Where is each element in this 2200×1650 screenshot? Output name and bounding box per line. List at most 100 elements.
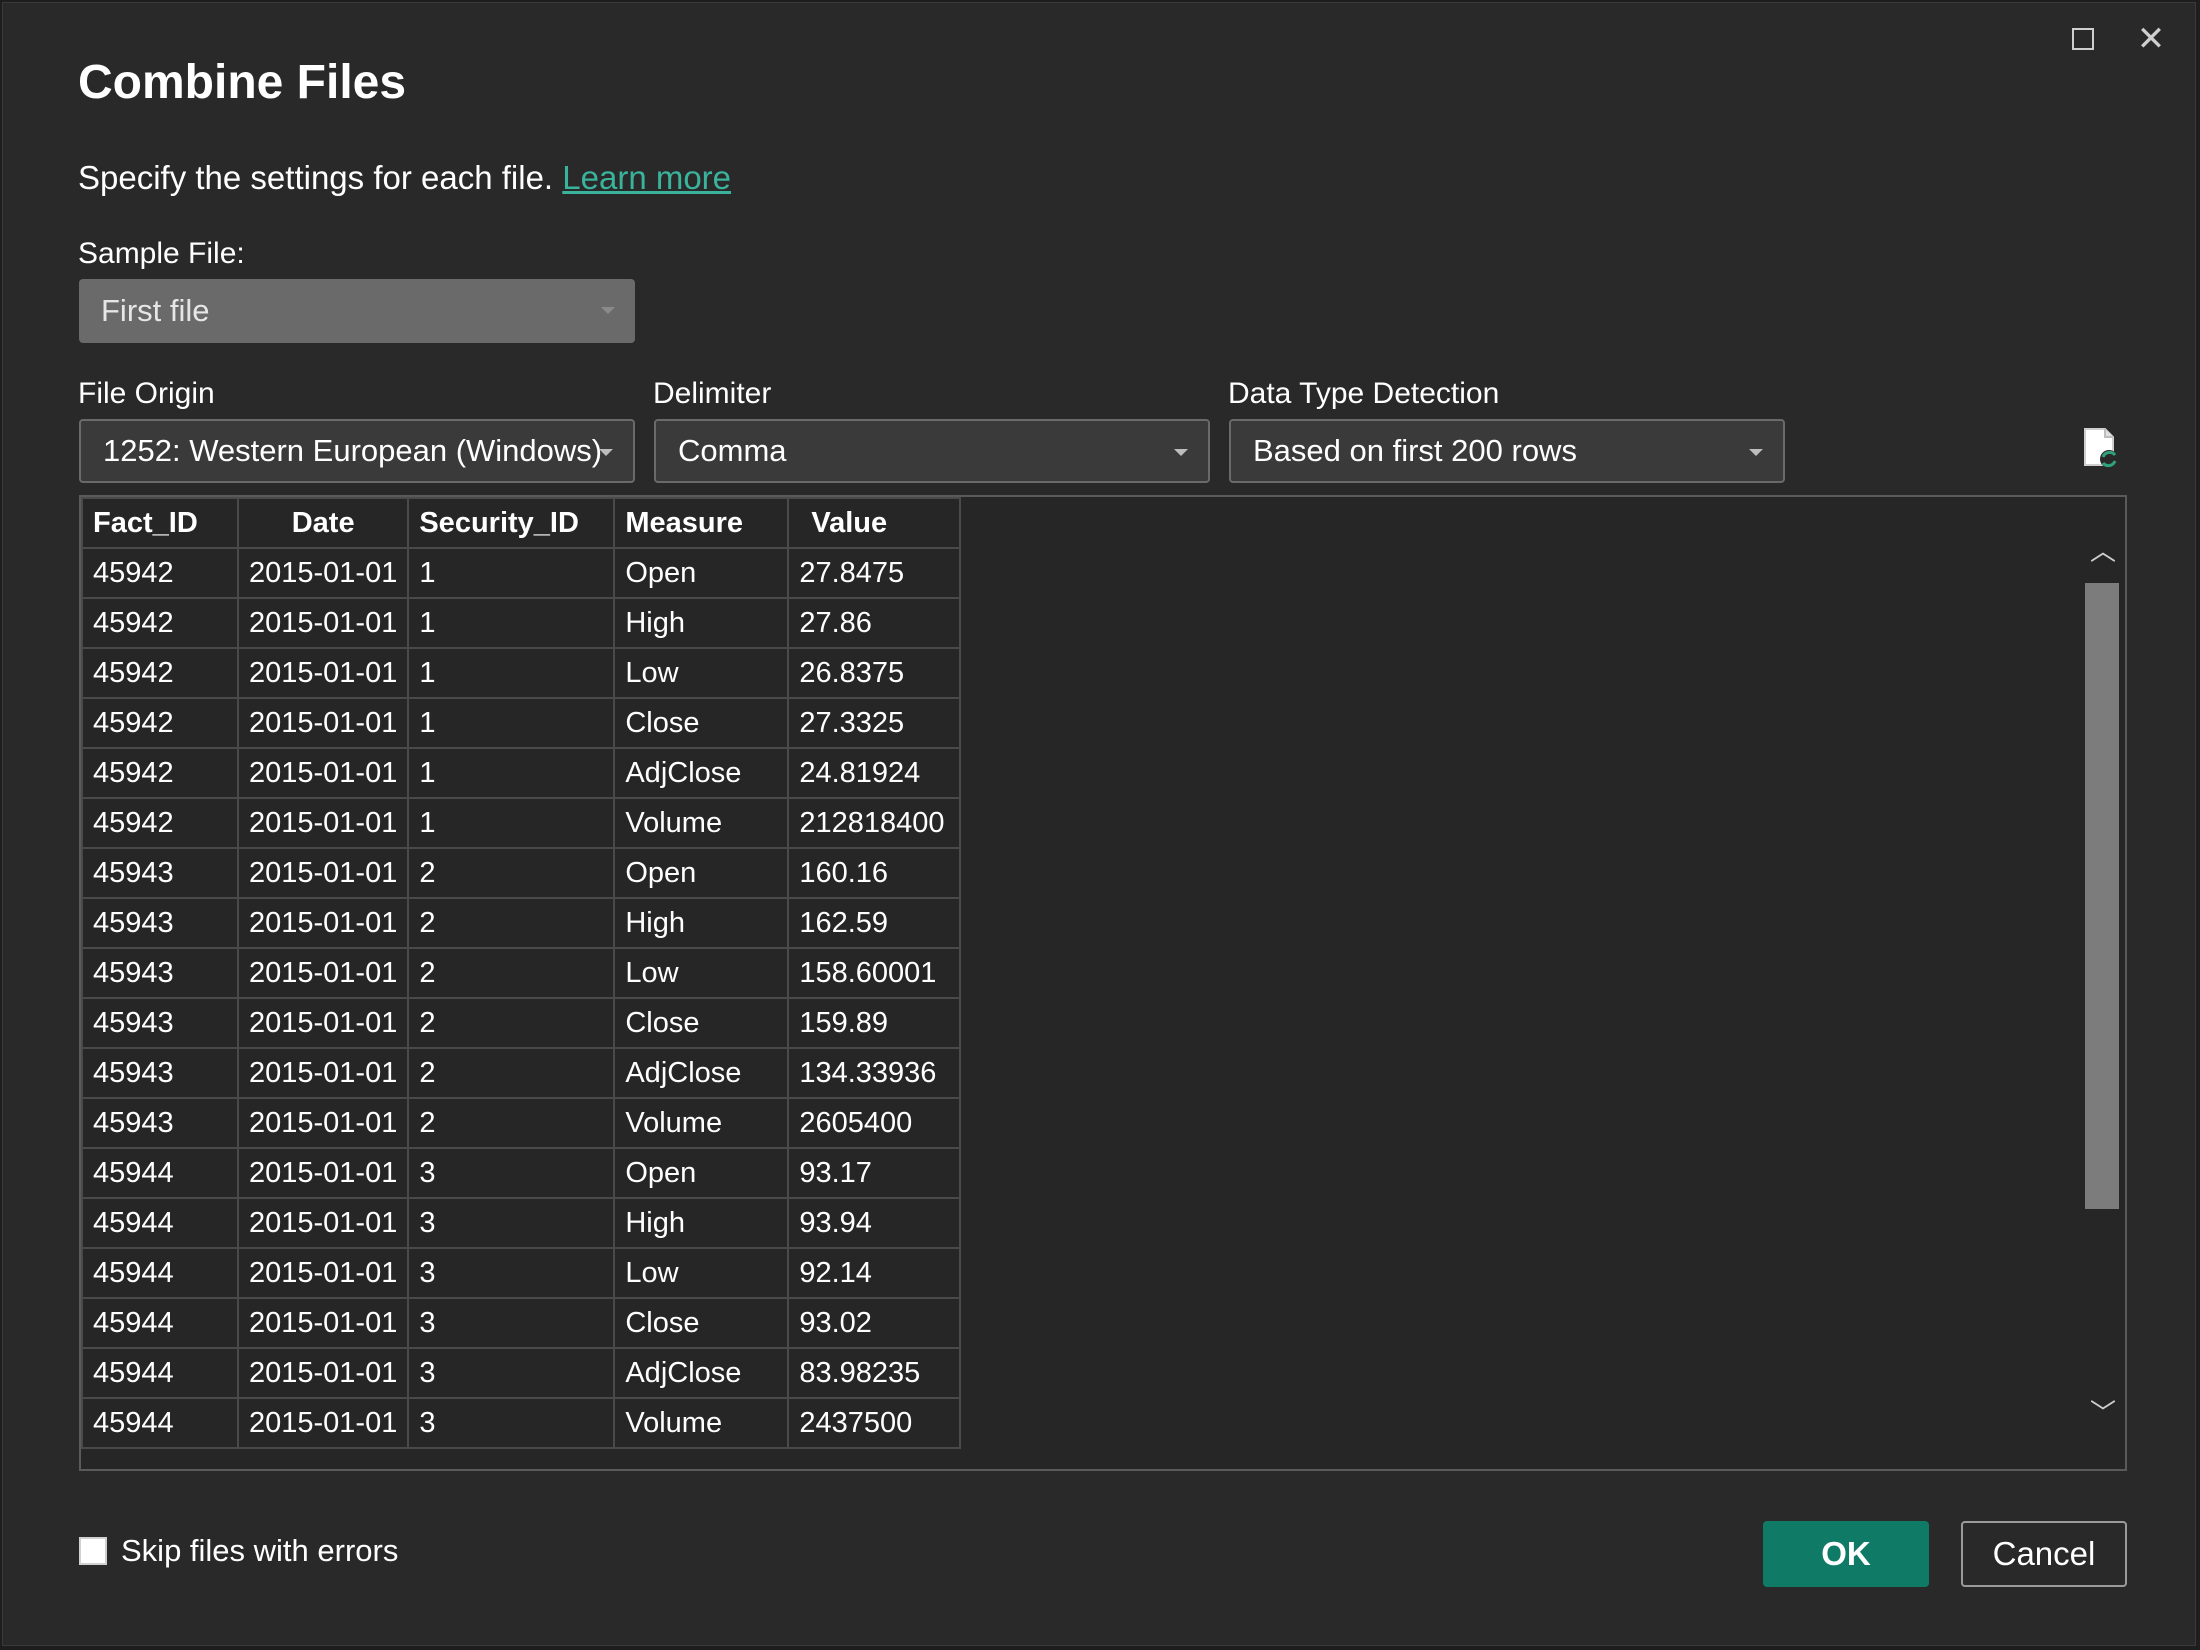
table-cell: 83.98235 <box>787 1347 962 1399</box>
table-cell: AdjClose <box>613 1347 790 1399</box>
table-cell: Volume <box>613 797 790 849</box>
file-origin-label: File Origin <box>78 377 215 410</box>
table-cell: 2015-01-01 <box>236 747 410 799</box>
table-row: 45943 2015-01-01 2 Close 159.89 <box>81 997 962 1049</box>
data-type-detection-select[interactable]: Based on first 200 rows <box>1229 419 1785 483</box>
table-cell: 2 <box>407 947 616 999</box>
scroll-down-icon[interactable]: ﹀ <box>2089 1397 2117 1428</box>
column-header: Security_ID <box>407 497 616 549</box>
table-cell: 93.94 <box>787 1197 962 1249</box>
learn-more-link[interactable]: Learn more <box>562 159 731 196</box>
table-cell: 3 <box>407 1297 616 1349</box>
table-cell: AdjClose <box>613 1047 790 1099</box>
chevron-down-icon <box>599 449 613 456</box>
table-cell: 1 <box>407 647 616 699</box>
scroll-up-icon[interactable]: ︿ <box>2089 535 2117 566</box>
dialog-title: Combine Files <box>78 56 407 109</box>
table-cell: 159.89 <box>787 997 962 1049</box>
table-cell: Close <box>613 997 790 1049</box>
table-cell: 2015-01-01 <box>236 547 410 599</box>
table-cell: 2 <box>407 897 616 949</box>
data-type-detection-label: Data Type Detection <box>1228 377 1500 410</box>
table-cell: High <box>613 897 790 949</box>
table-cell: Close <box>613 697 790 749</box>
table-cell: 45943 <box>81 997 239 1049</box>
table-cell: 92.14 <box>787 1247 962 1299</box>
table-cell: 45943 <box>81 847 239 899</box>
table-cell: 45942 <box>81 647 239 699</box>
table-row: 45942 2015-01-01 1 Open 27.8475 <box>81 547 962 599</box>
skip-errors-checkbox[interactable] <box>79 1537 107 1565</box>
column-header: Fact_ID <box>81 497 239 549</box>
vertical-scrollbar[interactable]: ︿ ﹀ <box>2081 497 2125 1469</box>
maximize-icon[interactable] <box>2061 17 2105 61</box>
table-cell: 26.8375 <box>787 647 962 699</box>
table-cell: 2015-01-01 <box>236 1347 410 1399</box>
column-header: Date <box>236 497 410 549</box>
table-cell: 160.16 <box>787 847 962 899</box>
table-cell: AdjClose <box>613 747 790 799</box>
table-cell: Open <box>613 1147 790 1199</box>
table-cell: High <box>613 1197 790 1249</box>
table-cell: 2015-01-01 <box>236 797 410 849</box>
table-cell: 1 <box>407 747 616 799</box>
table-row: 45943 2015-01-01 2 Low 158.60001 <box>81 947 962 999</box>
table-cell: 45944 <box>81 1297 239 1349</box>
file-origin-select[interactable]: 1252: Western European (Windows) <box>79 419 635 483</box>
table-cell: 3 <box>407 1147 616 1199</box>
column-header: Value <box>787 497 962 549</box>
table-cell: 45943 <box>81 1047 239 1099</box>
delimiter-select[interactable]: Comma <box>654 419 1210 483</box>
table-cell: 45944 <box>81 1197 239 1249</box>
table-cell: 2015-01-01 <box>236 847 410 899</box>
table-cell: 2015-01-01 <box>236 1147 410 1199</box>
refresh-preview-icon[interactable] <box>2081 427 2121 471</box>
table-cell: 2015-01-01 <box>236 597 410 649</box>
table-cell: 45943 <box>81 897 239 949</box>
table-cell: 2015-01-01 <box>236 947 410 999</box>
table-cell: 45944 <box>81 1247 239 1299</box>
ok-button[interactable]: OK <box>1763 1521 1929 1587</box>
table-body: 45942 2015-01-01 1 Open 27.8475 45942 2015-01-… <box>81 547 962 1449</box>
table-cell: 212818400 <box>787 797 962 849</box>
table-cell: Volume <box>613 1097 790 1149</box>
close-icon[interactable]: ✕ <box>2129 17 2173 61</box>
table-cell: 2 <box>407 1047 616 1099</box>
table-cell: 45944 <box>81 1147 239 1199</box>
table-row: 45944 2015-01-01 3 High 93.94 <box>81 1197 962 1249</box>
table-cell: 162.59 <box>787 897 962 949</box>
table-cell: 2 <box>407 847 616 899</box>
table-cell: Volume <box>613 1397 790 1449</box>
table-cell: 1 <box>407 547 616 599</box>
table-row: 45942 2015-01-01 1 Low 26.8375 <box>81 647 962 699</box>
skip-errors-option[interactable]: Skip files with errors <box>79 1533 398 1569</box>
table-cell: 27.8475 <box>787 547 962 599</box>
chevron-down-icon <box>1749 449 1763 456</box>
table-cell: 2015-01-01 <box>236 1297 410 1349</box>
table-cell: 45942 <box>81 597 239 649</box>
table-cell: 3 <box>407 1397 616 1449</box>
table-cell: 3 <box>407 1247 616 1299</box>
subtitle-text: Specify the settings for each file. <box>78 159 554 196</box>
table-cell: High <box>613 597 790 649</box>
data-type-detection-value: Based on first 200 rows <box>1253 433 1577 468</box>
table-row: 45944 2015-01-01 3 Close 93.02 <box>81 1297 962 1349</box>
table-cell: 2015-01-01 <box>236 997 410 1049</box>
table-row: 45942 2015-01-01 1 AdjClose 24.81924 <box>81 747 962 799</box>
table-row: 45942 2015-01-01 1 Close 27.3325 <box>81 697 962 749</box>
data-preview: Fact_ID Date Security_ID Measure Value 4… <box>79 495 2127 1471</box>
table-row: 45944 2015-01-01 3 Open 93.17 <box>81 1147 962 1199</box>
table-cell: 27.3325 <box>787 697 962 749</box>
table-row: 45943 2015-01-01 2 High 162.59 <box>81 897 962 949</box>
table-cell: Low <box>613 947 790 999</box>
scroll-thumb[interactable] <box>2085 583 2119 1209</box>
table-header-row: Fact_ID Date Security_ID Measure Value <box>81 497 962 549</box>
table-cell: 45944 <box>81 1397 239 1449</box>
table-cell: 45942 <box>81 697 239 749</box>
table-row: 45943 2015-01-01 2 Volume 2605400 <box>81 1097 962 1149</box>
table-cell: 2015-01-01 <box>236 1047 410 1099</box>
cancel-button[interactable]: Cancel <box>1961 1521 2127 1587</box>
table-cell: 45942 <box>81 547 239 599</box>
sample-file-value: First file <box>101 293 210 328</box>
table-row: 45944 2015-01-01 3 Low 92.14 <box>81 1247 962 1299</box>
